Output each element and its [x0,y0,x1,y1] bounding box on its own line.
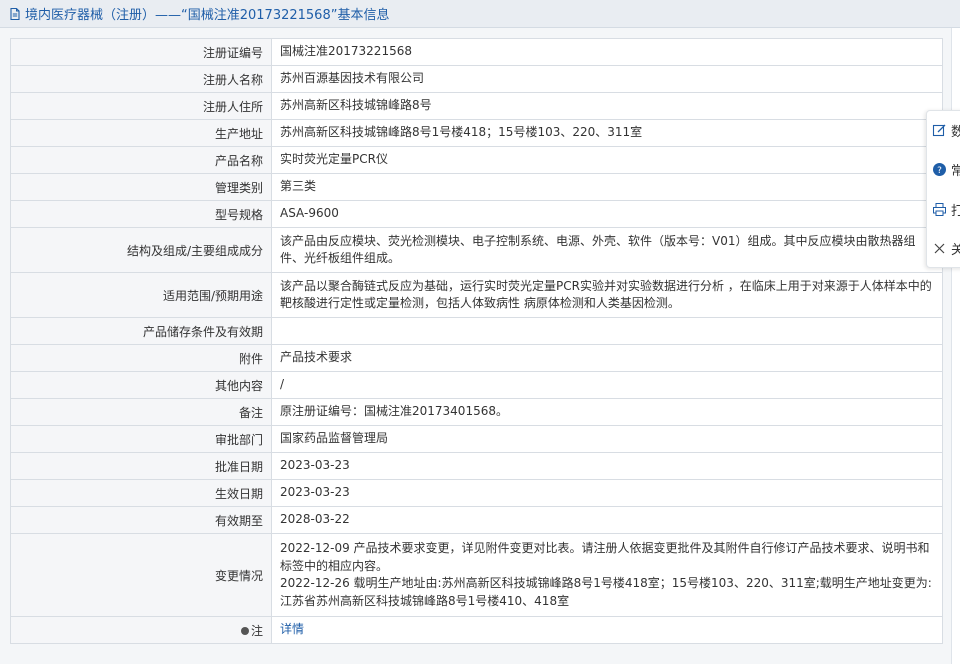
help-icon: ? [933,162,946,176]
row-label: 生效日期 [10,479,272,507]
row-value: 2023-03-23 [271,452,943,480]
page-title-bar: 境内医疗器械（注册）——“国械注准20173221568”基本信息 [0,0,960,28]
table-row: 批准日期 2023-03-23 [10,452,943,480]
row-label: 附件 [10,344,272,372]
row-value: ASA-9600 [271,200,943,228]
row-value [271,317,943,345]
note-label-cell: 注 [10,616,272,644]
print-icon [933,202,946,216]
table-row: 注册证编号 国械注准20173221568 [10,38,943,66]
faq-button[interactable]: ? 常见问题 [927,154,960,184]
row-value: 苏州高新区科技城锦峰路8号1号楼418；15号楼103、220、311室 [271,119,943,147]
table-row: 审批部门 国家药品监督管理局 [10,425,943,453]
row-value: 苏州百源基因技术有限公司 [271,65,943,93]
change-entry: 2022-12-09 产品技术要求变更，详见附件变更对比表。请注册人依据变更批件… [280,541,930,573]
floating-menu: 数据纠错 ? 常见问题 打印 关闭 [926,110,960,268]
table-row: 管理类别 第三类 [10,173,943,201]
svg-text:?: ? [937,166,942,176]
row-label: 结构及组成/主要组成成分 [10,227,272,273]
table-row: 生效日期 2023-03-23 [10,479,943,507]
row-value: 国家药品监督管理局 [271,425,943,453]
change-history: 2022-12-09 产品技术要求变更，详见附件变更对比表。请注册人依据变更批件… [271,533,943,617]
row-label: 审批部门 [10,425,272,453]
table-row: 适用范围/预期用途 该产品以聚合酶链式反应为基础，运行实时荧光定量PCR实验并对… [10,272,943,318]
row-label: 其他内容 [10,371,272,399]
row-label: 注册证编号 [10,38,272,66]
row-label: 生产地址 [10,119,272,147]
row-value: 实时荧光定量PCR仪 [271,146,943,174]
table-row: 变更情况 2022-12-09 产品技术要求变更，详见附件变更对比表。请注册人依… [10,533,943,617]
row-value: 原注册证编号：国械注准20173401568。 [271,398,943,426]
table-row: 型号规格 ASA-9600 [10,200,943,228]
row-value: 第三类 [271,173,943,201]
table-row: 有效期至 2028-03-22 [10,506,943,534]
float-menu-label: 常见问题 [951,163,960,179]
row-value: 详情 [271,616,943,644]
change-entry: 2022-12-26 载明生产地址由:苏州高新区科技城锦峰路8号1号楼418室；… [280,576,932,608]
row-label: 变更情况 [10,533,272,617]
edit-icon [932,124,946,136]
page-title: 境内医疗器械（注册）——“国械注准20173221568”基本信息 [25,8,390,23]
row-label: 批准日期 [10,452,272,480]
table-row: 产品名称 实时荧光定量PCR仪 [10,146,943,174]
row-label: 管理类别 [10,173,272,201]
table-row: 附件 产品技术要求 [10,344,943,372]
row-value: / [271,371,943,399]
row-value: 2028-03-22 [271,506,943,534]
table-row: 生产地址 苏州高新区科技城锦峰路8号1号楼418；15号楼103、220、311… [10,119,943,147]
float-menu-label: 关闭 [951,242,960,258]
print-button[interactable]: 打印 [927,194,960,224]
row-label: 有效期至 [10,506,272,534]
table-row: 注册人名称 苏州百源基因技术有限公司 [10,65,943,93]
table-row: 注册人住所 苏州高新区科技城锦峰路8号 [10,92,943,120]
row-label: 注册人名称 [10,65,272,93]
row-value: 苏州高新区科技城锦峰路8号 [271,92,943,120]
row-label: 备注 [10,398,272,426]
close-button[interactable]: 关闭 [927,233,960,263]
bullet-icon [240,626,249,635]
row-value: 2023-03-23 [271,479,943,507]
table-row: 注 详情 [10,616,943,644]
close-icon [934,243,945,253]
table-row: 其他内容 / [10,371,943,399]
info-table: 注册证编号 国械注准20173221568 注册人名称 苏州百源基因技术有限公司… [10,38,943,644]
report-error-button[interactable]: 数据纠错 [927,115,960,145]
row-value: 该产品由反应模块、荧光检测模块、电子控制系统、电源、外壳、软件（版本号：V01）… [271,227,943,273]
float-menu-label: 打印 [951,203,960,219]
table-row: 备注 原注册证编号：国械注准20173401568。 [10,398,943,426]
document-icon [10,7,20,20]
table-row: 产品储存条件及有效期 [10,317,943,345]
row-label: 注 [250,623,263,638]
row-value: 国械注准20173221568 [271,38,943,66]
float-menu-label: 数据纠错 [951,124,960,140]
row-label: 产品储存条件及有效期 [10,317,272,345]
row-value: 该产品以聚合酶链式反应为基础，运行实时荧光定量PCR实验并对实验数据进行分析 ，… [271,272,943,318]
table-row: 结构及组成/主要组成成分 该产品由反应模块、荧光检测模块、电子控制系统、电源、外… [10,227,943,273]
row-label: 适用范围/预期用途 [10,272,272,318]
detail-panel: 注册证编号 国械注准20173221568 注册人名称 苏州百源基因技术有限公司… [0,28,952,664]
row-value: 产品技术要求 [271,344,943,372]
row-label: 型号规格 [10,200,272,228]
row-label: 注册人住所 [10,92,272,120]
row-label: 产品名称 [10,146,272,174]
details-link[interactable]: 详情 [280,622,304,636]
